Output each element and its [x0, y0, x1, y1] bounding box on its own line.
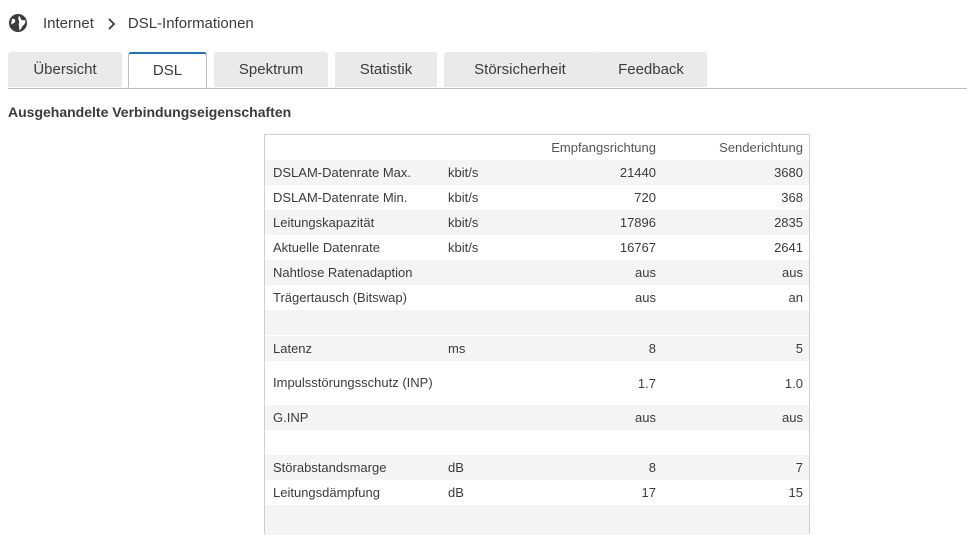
row-label: Aktuelle Datenrate	[273, 240, 380, 255]
connection-properties-table: Empfangsrichtung Senderichtung DSLAM-Dat…	[264, 134, 810, 535]
row-rx-value: 17	[641, 485, 656, 500]
row-label: Trägertausch (Bitswap)	[273, 290, 407, 305]
row-label: Impulsstörungsschutz (INP)	[273, 375, 433, 390]
breadcrumb-current: DSL-Informationen	[127, 14, 254, 32]
tab-uebersicht[interactable]: Übersicht	[8, 52, 122, 87]
row-rx-value: aus	[635, 290, 656, 305]
table-header-row: Empfangsrichtung Senderichtung	[265, 135, 809, 160]
row-tx-value: 2835	[774, 215, 803, 230]
row-tx-value: 7	[795, 460, 803, 475]
table-row: Aktuelle Datenrate kbit/s 16767 2641	[265, 235, 809, 260]
table-row: Trägertausch (Bitswap) aus an	[265, 285, 809, 310]
table-row: Leitungsdämpfung dB 17 15	[265, 480, 809, 505]
table-row: Leitungskapazität kbit/s 17896 2835	[265, 210, 809, 235]
table-row: DSLAM-Datenrate Max. kbit/s 21440 3680	[265, 160, 809, 185]
tab-dsl[interactable]: DSL	[128, 52, 207, 88]
row-rx-value: 21440	[619, 165, 656, 180]
breadcrumb: Internet DSL-Informationen	[8, 12, 254, 34]
row-unit: kbit/s	[448, 190, 479, 205]
row-label: Leitungskapazität	[273, 215, 375, 230]
row-tx-value: an	[788, 290, 803, 305]
row-tx-value: 2641	[774, 240, 803, 255]
row-tx-value: 5	[795, 341, 803, 356]
table-row: G.INP aus aus	[265, 405, 809, 430]
row-rx-value: 16767	[619, 240, 656, 255]
row-rx-value: 8	[648, 460, 656, 475]
row-label: Leitungsdämpfung	[273, 485, 380, 500]
row-label: Latenz	[273, 341, 313, 356]
row-tx-value: 3680	[774, 165, 803, 180]
row-rx-value: aus	[635, 265, 656, 280]
chevron-right-icon	[106, 17, 116, 30]
row-tx-value: 368	[781, 190, 803, 205]
row-unit: ms	[448, 341, 466, 356]
row-tx-value: 15	[788, 485, 803, 500]
row-unit: dB	[448, 460, 464, 475]
table-spacer-row	[265, 430, 809, 455]
row-label: Störabstandsmarge	[273, 460, 387, 475]
row-rx-value: aus	[635, 410, 656, 425]
row-rx-value: 17896	[619, 215, 656, 230]
section-title: Ausgehandelte Verbindungseigenschaften	[8, 104, 292, 120]
tab-spektrum[interactable]: Spektrum	[214, 52, 328, 87]
breadcrumb-internet[interactable]: Internet	[43, 15, 94, 32]
table-row: DSLAM-Datenrate Min. kbit/s 720 368	[265, 185, 809, 210]
row-rx-value: 720	[634, 190, 656, 205]
row-unit: dB	[448, 485, 464, 500]
row-unit: kbit/s	[448, 215, 479, 230]
row-tx-value: 1.0	[784, 375, 803, 391]
table-row: Latenz ms 8 5	[265, 336, 809, 361]
table-row: Nahtlose Ratenadaption aus aus	[265, 260, 809, 285]
row-tx-value: aus	[782, 265, 803, 280]
globe-icon	[8, 13, 28, 33]
row-unit: kbit/s	[448, 165, 479, 180]
row-tx-value: aus	[782, 410, 803, 425]
tab-statistik[interactable]: Statistik	[335, 52, 437, 87]
row-label: DSLAM-Datenrate Max.	[273, 165, 411, 180]
row-unit: kbit/s	[448, 240, 479, 255]
tab-bar: Übersicht DSL Spektrum Statistik Störsic…	[8, 52, 967, 89]
tab-stoersicherheit[interactable]: Störsicherheit	[444, 52, 596, 87]
table-spacer-row	[265, 310, 809, 335]
column-header-rx: Empfangsrichtung	[551, 140, 656, 155]
row-rx-value: 8	[648, 341, 656, 356]
row-label: G.INP	[273, 410, 309, 425]
row-label: DSLAM-Datenrate Min.	[273, 190, 408, 205]
row-label: Nahtlose Ratenadaption	[273, 265, 413, 280]
row-rx-value: 1.7	[637, 375, 656, 391]
table-row: Impulsstörungsschutz (INP) 1.7 1.0	[265, 361, 809, 405]
tab-feedback[interactable]: Feedback	[595, 52, 707, 87]
table-row: Störabstandsmarge dB 8 7	[265, 455, 809, 480]
column-header-tx: Senderichtung	[719, 140, 803, 155]
